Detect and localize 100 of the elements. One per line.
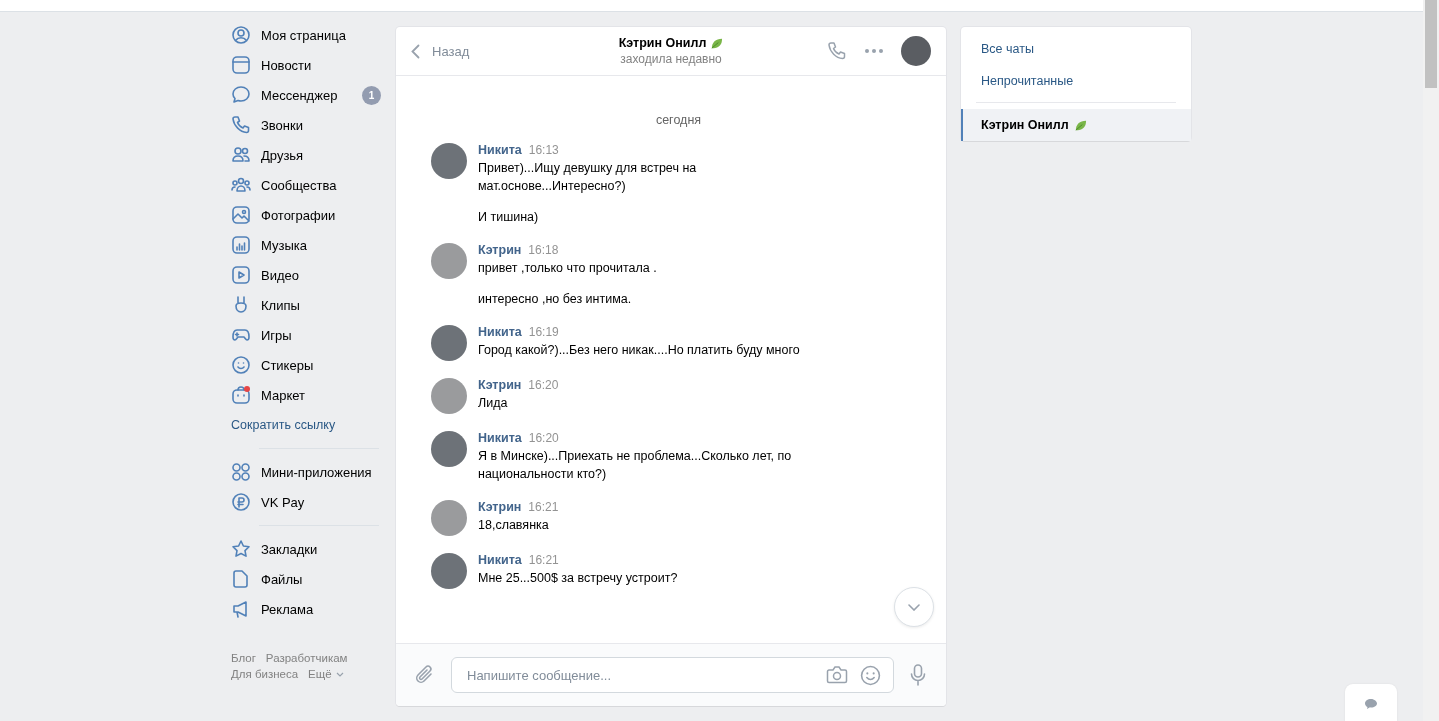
avatar-photo-placeholder[interactable] (431, 143, 467, 179)
back-button[interactable]: Назад (411, 43, 561, 59)
nav-item[interactable]: Новости (229, 50, 381, 80)
author-name[interactable]: Кэтрин (478, 500, 522, 514)
nav-item-label: Маркет (261, 387, 307, 403)
nav-item-label: Видео (261, 267, 300, 283)
grid-icon (231, 462, 251, 482)
avatar-photo-placeholder[interactable] (901, 36, 931, 66)
scrollbar-thumb[interactable] (1425, 0, 1437, 88)
shopping-bag-icon (231, 385, 251, 405)
folder-tab[interactable]: Непрочитанные (961, 65, 1191, 97)
message-text: И тишина) (478, 209, 540, 226)
nav-item[interactable]: Маркет (229, 380, 381, 410)
message-text: Я в Минске)...Приехать не проблема...Сколько лет, по национальности кто?) (478, 448, 793, 483)
nav-item-label: Файлы (261, 571, 304, 587)
nav-item[interactable]: VK Pay (229, 487, 381, 517)
message-text: Мне 25...500$ за встречу устроит? (478, 570, 679, 587)
message-text: Лида (478, 395, 509, 412)
nav-item-label: Новости (261, 57, 313, 73)
play-icon (231, 265, 251, 285)
date-separator: сегодня (654, 113, 703, 127)
nav-item-label: Стикеры (261, 357, 315, 373)
scroll-down-button[interactable] (894, 587, 934, 627)
author-name[interactable]: Кэтрин (478, 378, 522, 392)
speech-bubble-icon (1364, 698, 1378, 710)
nav-item[interactable]: Друзья (229, 140, 381, 170)
shorten-link[interactable]: Сократить ссылку (229, 410, 381, 440)
microphone-icon[interactable] (910, 664, 926, 686)
conversation-item[interactable]: Кэтрин Онилл (961, 109, 1191, 141)
chat-title[interactable]: Кэтрин Онилл (618, 36, 707, 50)
message-time: 16:19 (528, 325, 559, 339)
last-seen-status: заходила недавно (619, 52, 723, 66)
group-icon (231, 175, 251, 195)
nav-item-label: Музыка (261, 237, 308, 253)
message-time: 16:20 (528, 431, 559, 445)
equalizer-icon (231, 235, 251, 255)
message-time: 16:13 (528, 143, 559, 157)
avatar-photo-placeholder[interactable] (431, 325, 467, 361)
nav-item[interactable]: Музыка (229, 230, 381, 260)
camera-icon[interactable] (826, 665, 848, 685)
nav-item[interactable]: Стикеры (229, 350, 381, 380)
more-options-icon[interactable] (865, 49, 883, 53)
phone-icon[interactable] (827, 41, 847, 61)
message-time: 16:18 (528, 243, 559, 257)
nav-item-label: Фотографии (261, 207, 337, 223)
nav-item[interactable]: Клипы (229, 290, 381, 320)
avatar-photo-placeholder[interactable] (431, 431, 467, 467)
nav-item[interactable]: Звонки (229, 110, 381, 140)
author-name[interactable]: Никита (478, 143, 522, 157)
nav-item[interactable]: Моя страница (229, 20, 381, 50)
nav-item[interactable]: Мини-приложения (229, 457, 381, 487)
nav-item[interactable]: Реклама (229, 594, 381, 624)
nav-item[interactable]: Видео (229, 260, 381, 290)
footer-link[interactable]: Разработчикам (265, 652, 348, 664)
nav-item-label: Друзья (261, 147, 305, 163)
avatar-photo-placeholder[interactable] (431, 500, 467, 536)
nav-item-label: Мини-приложения (261, 464, 373, 480)
message-text: привет ,только что прочитала . (478, 260, 658, 277)
nav-item-label: Клипы (261, 297, 301, 313)
chevron-down-icon (908, 603, 920, 611)
nav-item[interactable]: Игры (229, 320, 381, 350)
nav-item-label: Мессенджер (261, 87, 339, 103)
nav-item-label: Звонки (261, 117, 304, 133)
paperclip-icon[interactable] (415, 664, 435, 686)
leaf-icon (710, 36, 724, 50)
nav-item-label: Закладки (261, 541, 319, 557)
newspaper-icon (231, 55, 251, 75)
message-time: 16:21 (528, 553, 559, 567)
avatar-photo-placeholder[interactable] (431, 243, 467, 279)
star-icon (231, 539, 251, 559)
message-time: 16:20 (528, 378, 559, 392)
author-name[interactable]: Никита (478, 553, 522, 567)
footer-link[interactable]: Для бизнеса (231, 668, 299, 680)
nav-item-label: Реклама (261, 601, 315, 617)
leaf-icon (1073, 118, 1087, 132)
author-name[interactable]: Никита (478, 325, 522, 339)
nav-item[interactable]: Фотографии (229, 200, 381, 230)
nav-item[interactable]: Мессенджер 1 (229, 80, 381, 110)
smiley-icon[interactable] (860, 664, 881, 686)
image-icon (231, 205, 251, 225)
nav-item[interactable]: Сообщества (229, 170, 381, 200)
avatar-photo-placeholder[interactable] (431, 378, 467, 414)
document-icon (231, 569, 251, 589)
unread-count-badge: 1 (362, 85, 381, 105)
message-input-field[interactable]: Напишите сообщение... (465, 666, 814, 684)
person-icon (231, 25, 251, 45)
message-text: интересно ,но без интима. (478, 291, 633, 308)
message-input-box[interactable]: Напишите сообщение... (451, 657, 894, 693)
author-name[interactable]: Кэтрин (478, 243, 522, 257)
author-name[interactable]: Никита (478, 431, 522, 445)
nav-item-label: Сообщества (261, 177, 338, 193)
nav-item[interactable]: Закладки (229, 534, 381, 564)
nav-item[interactable]: Файлы (229, 564, 381, 594)
nav-item-label: VK Pay (261, 494, 306, 510)
chat-launcher-button[interactable] (1345, 684, 1397, 721)
message-time: 16:21 (528, 500, 559, 514)
folder-tab[interactable]: Все чаты (961, 33, 1191, 65)
scrollbar[interactable] (1423, 0, 1439, 721)
avatar-photo-placeholder[interactable] (431, 553, 467, 589)
ruble-coin-icon (231, 492, 251, 512)
